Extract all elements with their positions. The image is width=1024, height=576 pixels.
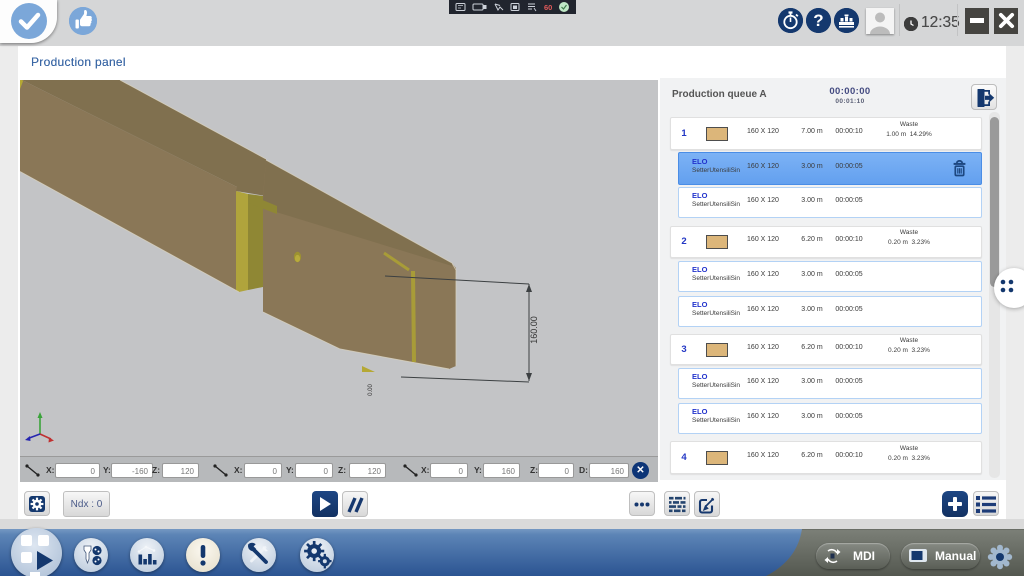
- svg-text:60: 60: [544, 3, 552, 12]
- svg-text:160.00: 160.00: [529, 316, 539, 344]
- svg-text:0.00: 0.00: [368, 384, 374, 396]
